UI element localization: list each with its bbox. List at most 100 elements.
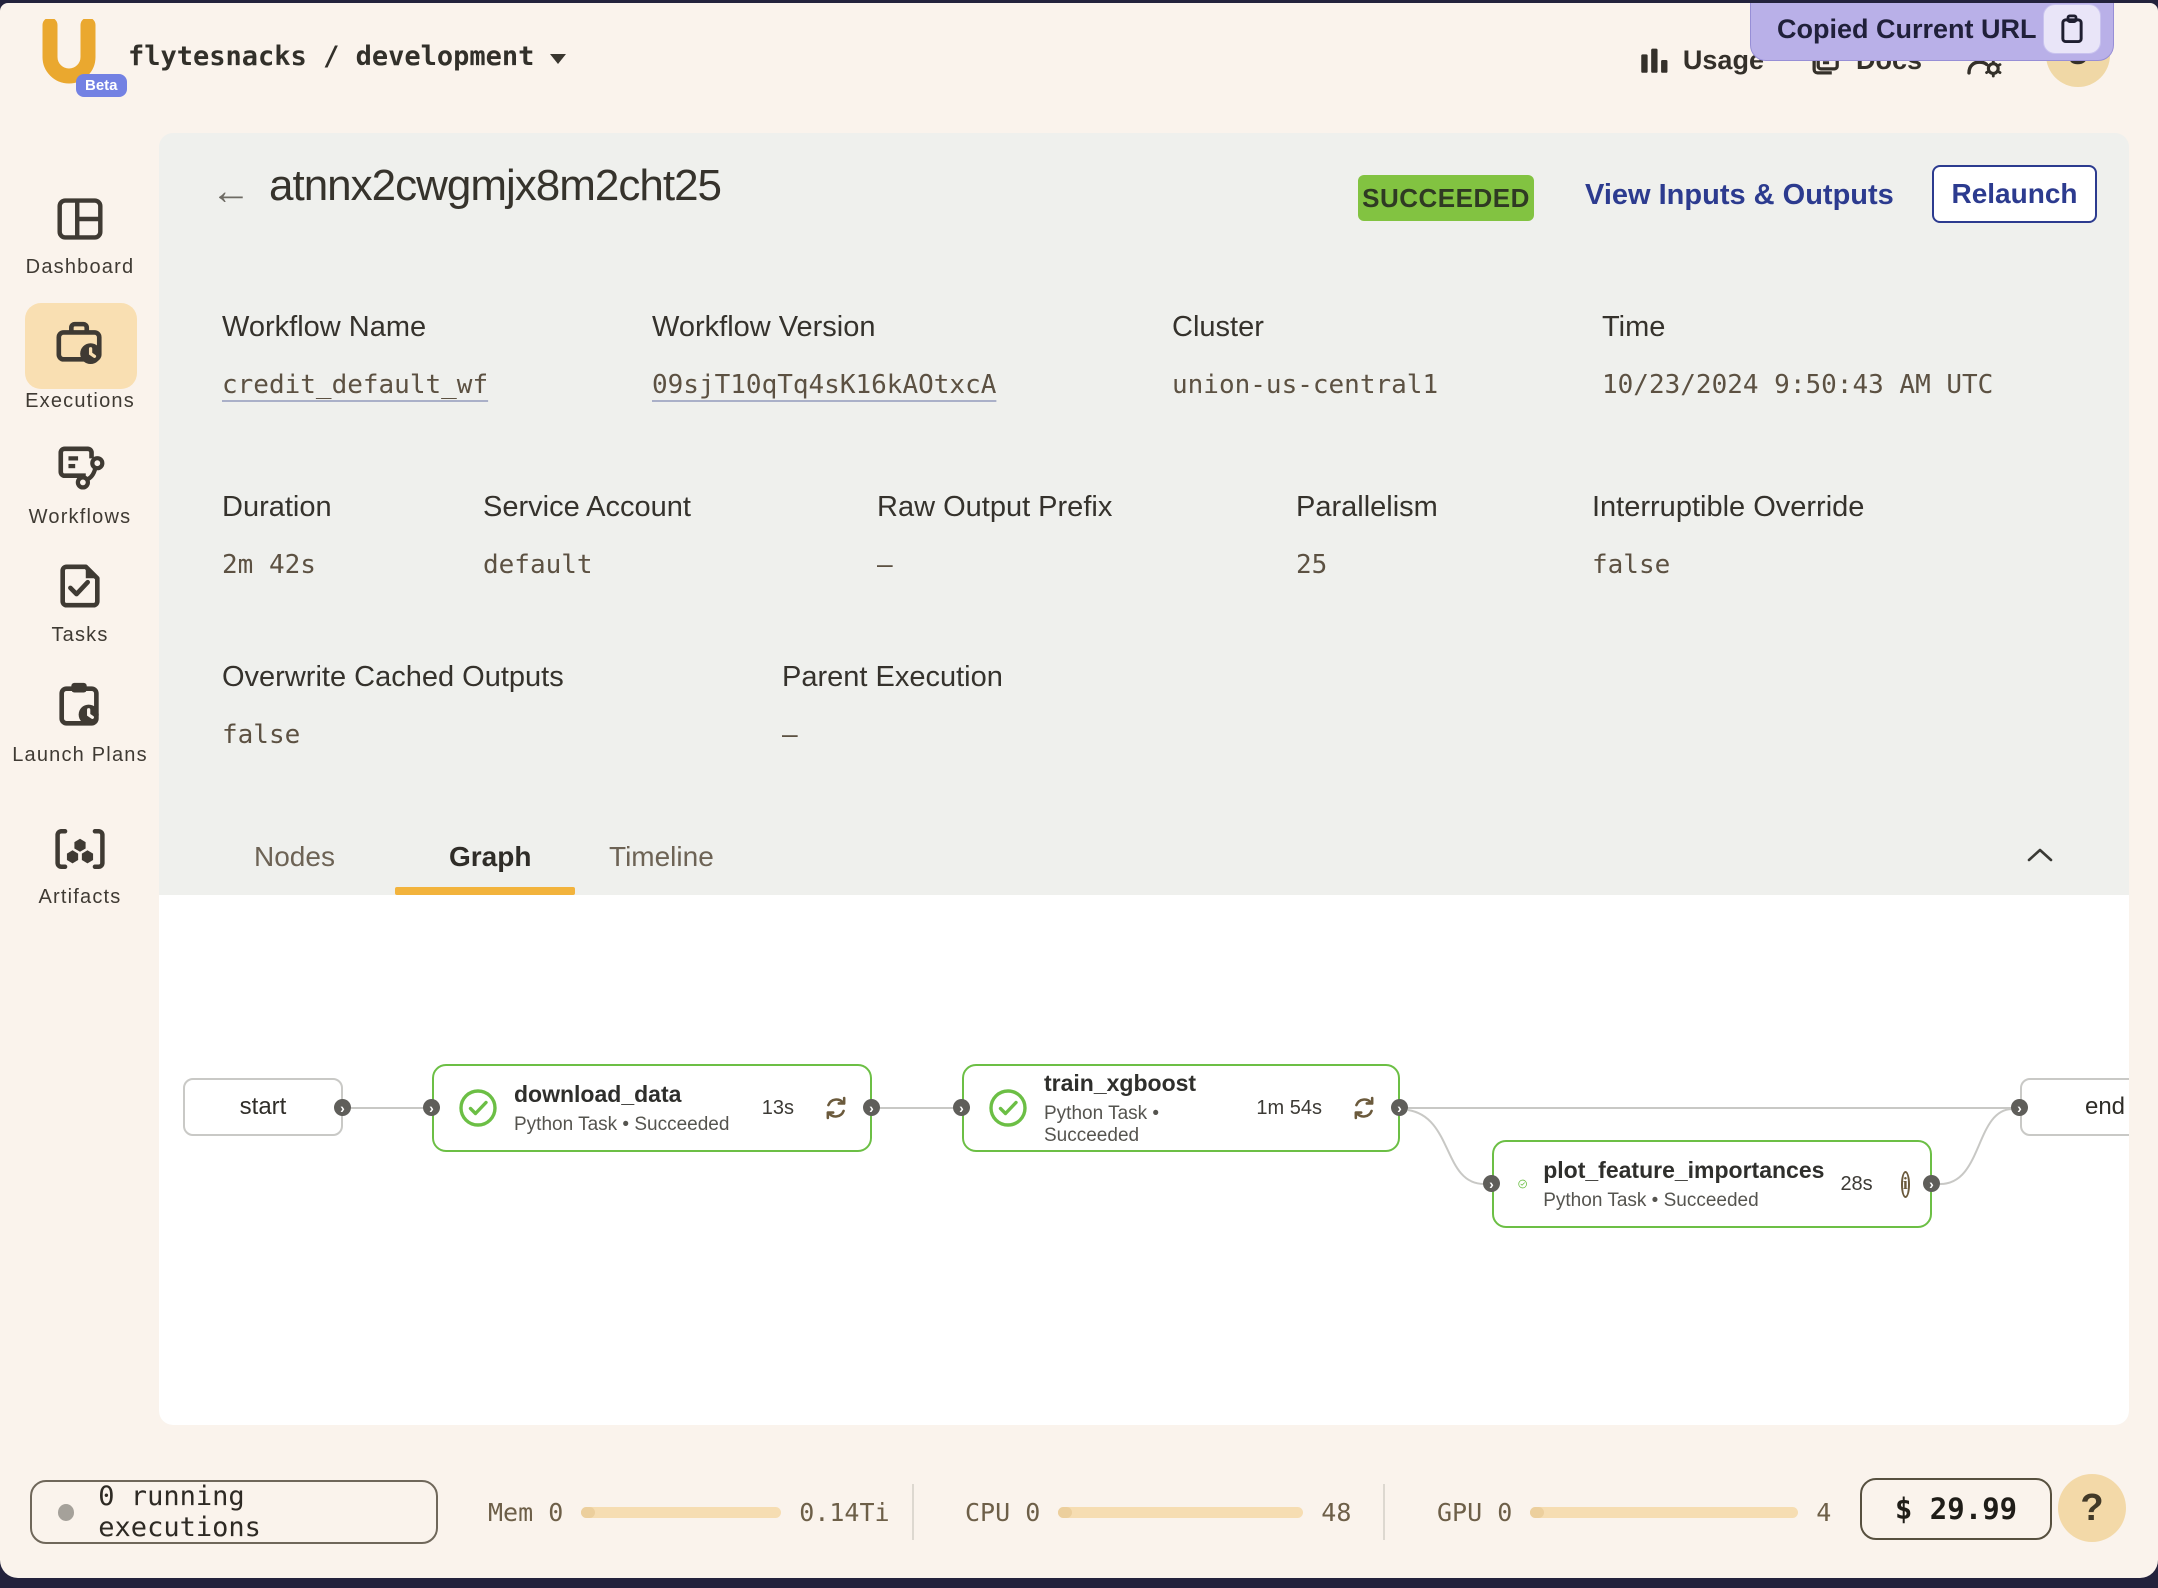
sidebar: Dashboard Executions Workflows bbox=[0, 113, 160, 1578]
launch-plans-icon bbox=[54, 679, 106, 731]
chevron-down-icon bbox=[550, 54, 566, 64]
sidebar-item-executions[interactable]: Executions bbox=[0, 317, 160, 415]
field-label: Overwrite Cached Outputs bbox=[222, 661, 564, 694]
graph-node-plot-feature-importances[interactable]: plot_feature_importances Python Task • S… bbox=[1492, 1140, 1932, 1228]
success-check-icon bbox=[1518, 1164, 1527, 1204]
sidebar-label: Dashboard bbox=[26, 253, 135, 281]
graph-node-train-xgboost[interactable]: train_xgboost Python Task • Succeeded 1m… bbox=[962, 1064, 1400, 1152]
meter-label: CPU 0 bbox=[965, 1498, 1040, 1527]
union-logo[interactable]: Beta bbox=[36, 19, 102, 97]
node-duration: 1m 54s bbox=[1256, 1097, 1322, 1120]
field-label: Cluster bbox=[1172, 311, 1438, 344]
mem-meter-bar bbox=[581, 1507, 781, 1518]
field-label: Raw Output Prefix bbox=[877, 491, 1112, 524]
gpu-meter-bar bbox=[1530, 1507, 1798, 1518]
sidebar-item-workflows[interactable]: Workflows bbox=[0, 443, 160, 531]
copy-url-button[interactable] bbox=[2043, 4, 2101, 54]
relaunch-button[interactable]: Relaunch bbox=[1932, 165, 2097, 223]
sidebar-item-launch-plans[interactable]: Launch Plans bbox=[0, 679, 160, 769]
sidebar-item-dashboard[interactable]: Dashboard bbox=[0, 195, 160, 281]
cache-icon bbox=[1350, 1094, 1378, 1122]
meter-max: 48 bbox=[1321, 1498, 1351, 1527]
beta-badge: Beta bbox=[76, 74, 127, 97]
workflow-graph-canvas[interactable]: start download_data Python Task • Succee… bbox=[159, 895, 2129, 1425]
tab-timeline[interactable]: Timeline bbox=[609, 841, 714, 873]
dashboard-icon bbox=[54, 195, 106, 243]
running-executions-pill[interactable]: 0 running executions bbox=[30, 1480, 438, 1544]
node-port: › bbox=[1483, 1175, 1500, 1192]
info-icon[interactable]: i bbox=[1901, 1171, 1910, 1198]
field-value: false bbox=[1592, 550, 1864, 580]
meter-max: 0.14Ti bbox=[799, 1498, 889, 1527]
executions-icon bbox=[53, 317, 107, 369]
sidebar-label: Workflows bbox=[29, 503, 132, 531]
sidebar-item-tasks[interactable]: Tasks bbox=[0, 561, 160, 649]
field-value: default bbox=[483, 550, 691, 580]
sidebar-label: Tasks bbox=[51, 621, 108, 649]
field-parallelism: Parallelism 25 bbox=[1296, 491, 1438, 580]
sidebar-label: Executions bbox=[25, 387, 135, 415]
graph-node-start[interactable]: start bbox=[183, 1078, 343, 1136]
field-label: Time bbox=[1602, 311, 1993, 344]
node-duration: 28s bbox=[1840, 1173, 1872, 1196]
workflow-version-link[interactable]: 09sjT10qTq4sK16kAOtxcA bbox=[652, 370, 996, 400]
status-dot bbox=[58, 1504, 74, 1521]
graph-node-download-data[interactable]: download_data Python Task • Succeeded 13… bbox=[432, 1064, 872, 1152]
field-interruptible-override: Interruptible Override false bbox=[1592, 491, 1864, 580]
field-service-account: Service Account default bbox=[483, 491, 691, 580]
workflow-name-link[interactable]: credit_default_wf bbox=[222, 370, 488, 400]
tooltip-text: Copied Current URL bbox=[1777, 4, 2037, 45]
field-value: 10/23/2024 9:50:43 AM UTC bbox=[1602, 370, 1993, 400]
copied-url-tooltip: Copied Current URL bbox=[1750, 3, 2114, 61]
running-executions-label: 0 running executions bbox=[98, 1481, 410, 1543]
breadcrumb-label: flytesnacks / development bbox=[128, 41, 534, 72]
meter-label: GPU 0 bbox=[1437, 1498, 1512, 1527]
gpu-meter: GPU 0 4 bbox=[1437, 1480, 1831, 1544]
usage-button[interactable]: Usage bbox=[1637, 43, 1764, 77]
tab-graph[interactable]: Graph bbox=[449, 841, 531, 873]
tab-bar: Nodes Graph Timeline bbox=[159, 823, 2129, 895]
footer-divider bbox=[912, 1484, 914, 1540]
node-title: download_data bbox=[514, 1081, 746, 1108]
status-badge: SUCCEEDED bbox=[1358, 175, 1534, 221]
node-title: plot_feature_importances bbox=[1543, 1157, 1824, 1184]
tasks-icon bbox=[55, 561, 105, 611]
field-time: Time 10/23/2024 9:50:43 AM UTC bbox=[1602, 311, 1993, 400]
field-value: union-us-central1 bbox=[1172, 370, 1438, 400]
billing-button[interactable]: $ 29.99 bbox=[1860, 1478, 2052, 1540]
field-label: Service Account bbox=[483, 491, 691, 524]
node-port: › bbox=[953, 1099, 970, 1116]
node-info: train_xgboost Python Task • Succeeded bbox=[1044, 1070, 1240, 1147]
execution-detail-panel: ← atnnx2cwgmjx8m2cht25 SUCCEEDED View In… bbox=[159, 133, 2129, 1425]
field-overwrite-cached-outputs: Overwrite Cached Outputs false bbox=[222, 661, 564, 750]
breadcrumb[interactable]: flytesnacks / development bbox=[128, 41, 566, 72]
field-raw-output-prefix: Raw Output Prefix – bbox=[877, 491, 1112, 580]
node-label: start bbox=[240, 1093, 287, 1121]
node-subtitle: Python Task • Succeeded bbox=[1044, 1103, 1240, 1147]
node-info: download_data Python Task • Succeeded bbox=[514, 1081, 746, 1136]
field-value: 2m 42s bbox=[222, 550, 332, 580]
view-inputs-outputs-link[interactable]: View Inputs & Outputs bbox=[1585, 179, 1894, 212]
status-footer: 0 running executions Mem 0 0.14Ti CPU 0 … bbox=[0, 1480, 2158, 1550]
field-value: – bbox=[877, 550, 1112, 580]
help-button[interactable]: ? bbox=[2058, 1474, 2126, 1542]
copy-icon bbox=[2057, 13, 2087, 45]
workflows-icon bbox=[53, 443, 107, 493]
back-arrow[interactable]: ← bbox=[211, 169, 251, 214]
chevron-up-icon[interactable] bbox=[2025, 845, 2055, 865]
sidebar-item-artifacts[interactable]: Artifacts bbox=[0, 825, 160, 911]
active-tab-indicator bbox=[395, 887, 575, 895]
field-label: Parent Execution bbox=[782, 661, 1003, 694]
tab-nodes[interactable]: Nodes bbox=[254, 841, 335, 873]
sidebar-label: Artifacts bbox=[38, 883, 121, 911]
node-info: plot_feature_importances Python Task • S… bbox=[1543, 1157, 1824, 1212]
field-cluster: Cluster union-us-central1 bbox=[1172, 311, 1438, 400]
meter-max: 4 bbox=[1816, 1498, 1831, 1527]
node-duration: 13s bbox=[762, 1097, 794, 1120]
graph-node-end[interactable]: end bbox=[2020, 1078, 2129, 1136]
field-label: Workflow Version bbox=[652, 311, 996, 344]
success-check-icon bbox=[988, 1088, 1028, 1128]
page-title: atnnx2cwgmjx8m2cht25 bbox=[269, 161, 721, 211]
node-port: › bbox=[1391, 1099, 1408, 1116]
node-subtitle: Python Task • Succeeded bbox=[1543, 1190, 1824, 1212]
